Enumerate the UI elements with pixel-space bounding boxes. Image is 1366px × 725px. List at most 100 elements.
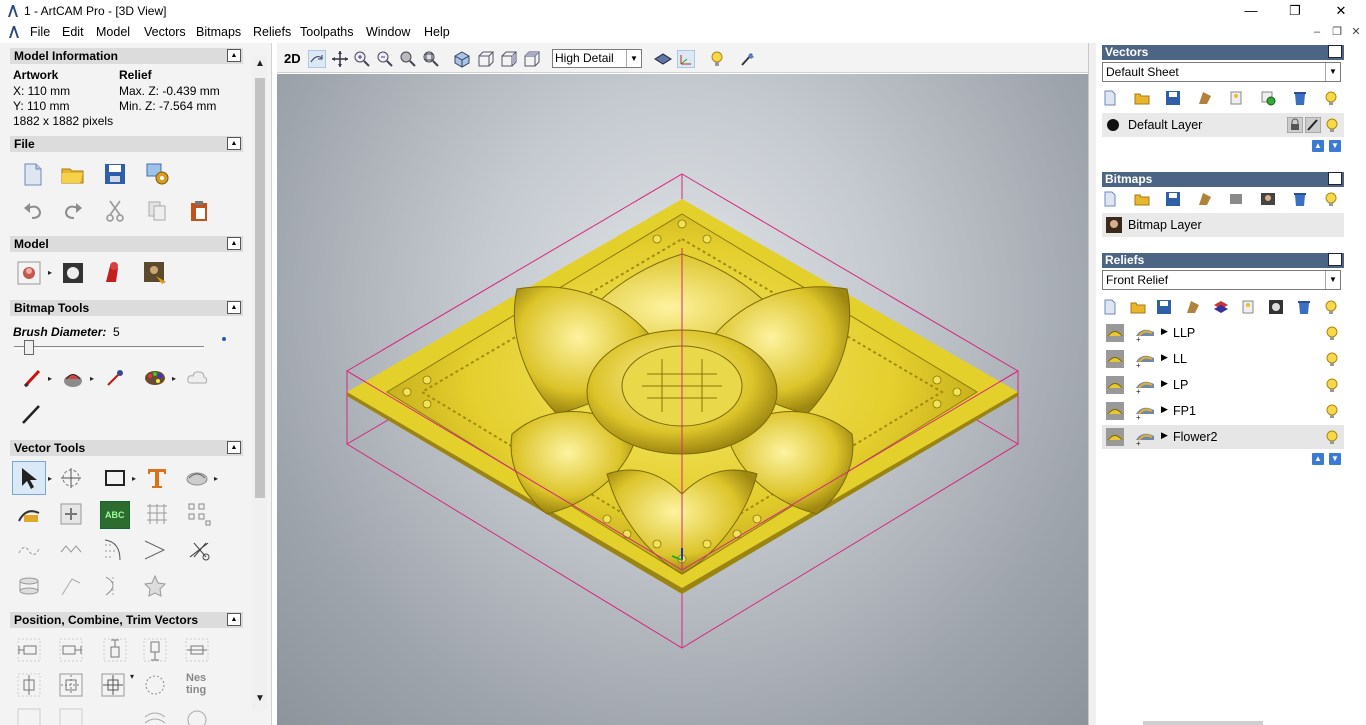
panel-splitter[interactable] xyxy=(1088,43,1096,725)
relief-combine-icon[interactable]: + xyxy=(1134,350,1156,368)
new-relief-layer-icon[interactable] xyxy=(1102,299,1118,315)
side-view-icon[interactable] xyxy=(499,50,517,68)
save-model-icon[interactable] xyxy=(102,161,128,187)
relief-mode-icon[interactable] xyxy=(1106,350,1124,368)
layer-color-swatch[interactable] xyxy=(1107,119,1119,131)
align-center-horizontal-icon[interactable] xyxy=(184,637,210,663)
visibility-bulb-icon[interactable] xyxy=(1324,351,1340,367)
bitmap-layer-row[interactable]: Bitmap Layer xyxy=(1102,213,1344,237)
fit-curves-icon[interactable] xyxy=(58,537,84,563)
menu-window[interactable]: Window xyxy=(366,25,410,39)
top-view-icon[interactable] xyxy=(522,50,540,68)
open-model-icon[interactable] xyxy=(60,161,86,187)
trim-icon[interactable] xyxy=(186,537,212,563)
new-vector-layer-icon[interactable] xyxy=(1102,90,1118,106)
2d-view-button[interactable]: 2D xyxy=(284,51,301,66)
dropdown-arrow-icon[interactable]: ▸ xyxy=(48,268,52,277)
relief-combine-icon[interactable]: + xyxy=(1134,428,1156,446)
zoom-out-icon[interactable] xyxy=(376,50,394,68)
dropdown-arrow-icon[interactable]: ▸ xyxy=(48,474,52,483)
anchor-position-icon[interactable] xyxy=(100,672,126,698)
collapse-button[interactable]: ▲ xyxy=(227,49,241,62)
delete-relief-layer-icon[interactable] xyxy=(1296,299,1312,315)
relief-layer-row[interactable]: + ▶ LL xyxy=(1102,347,1344,371)
relief-visibility-icon[interactable] xyxy=(1323,299,1339,315)
center-vertical-icon[interactable] xyxy=(16,672,42,698)
transform-icon[interactable] xyxy=(58,465,84,491)
restore-button[interactable]: ❐ xyxy=(1272,0,1318,22)
close-window-button[interactable]: ✕ xyxy=(1318,0,1364,22)
expand-arrow-icon[interactable]: ▶ xyxy=(1161,378,1168,389)
3d-viewport[interactable] xyxy=(277,74,1088,725)
save-relief-icon[interactable] xyxy=(1156,299,1172,315)
mdi-close-button[interactable]: ✕ xyxy=(1347,23,1365,41)
paste-icon[interactable] xyxy=(186,198,212,224)
model-settings-icon[interactable] xyxy=(144,160,170,186)
open-relief-icon[interactable] xyxy=(1130,299,1146,315)
new-bitmap-layer-icon[interactable] xyxy=(1102,191,1118,207)
edit-layer-icon[interactable] xyxy=(1305,117,1321,133)
relief-properties-icon[interactable] xyxy=(1240,299,1256,315)
vector-layer-row[interactable]: Default Layer xyxy=(1102,113,1344,137)
bezier-icon[interactable] xyxy=(100,573,126,599)
vector-text-layout-button[interactable]: ABC xyxy=(100,501,130,529)
collapse-button[interactable]: ▲ xyxy=(227,237,241,250)
detail-level-select[interactable]: High Detail ▼ xyxy=(552,49,642,68)
app-menu-icon[interactable] xyxy=(7,25,21,39)
expand-arrow-icon[interactable]: ▶ xyxy=(1161,430,1168,441)
menu-help[interactable]: Help xyxy=(424,25,450,39)
nesting-button[interactable]: Nes ting xyxy=(184,672,214,700)
zoom-previous-icon[interactable] xyxy=(399,50,417,68)
spin-vector-icon[interactable] xyxy=(16,573,42,599)
text-tool-icon[interactable] xyxy=(144,465,170,491)
brush-slider-thumb[interactable] xyxy=(23,340,34,355)
node-editing-icon[interactable] xyxy=(16,501,42,527)
zoom-extents-icon[interactable] xyxy=(422,50,440,68)
rotate-view-icon[interactable] xyxy=(308,50,326,68)
rotate-vector-icon[interactable] xyxy=(142,672,168,698)
smooth-vector-icon[interactable] xyxy=(16,537,42,563)
relief-mode-icon[interactable] xyxy=(1106,428,1124,446)
paint-brush-icon[interactable] xyxy=(22,367,44,389)
extend-icon[interactable] xyxy=(142,537,168,563)
save-vector-icon[interactable] xyxy=(1165,90,1181,106)
draw-line-icon[interactable] xyxy=(20,403,42,425)
left-panel-scroll-thumb[interactable] xyxy=(255,78,265,498)
new-model-icon[interactable] xyxy=(20,161,46,187)
collapse-button[interactable]: ▲ xyxy=(1328,172,1342,185)
relief-combine-icon[interactable]: + xyxy=(1134,376,1156,394)
iso-view-icon[interactable] xyxy=(453,50,471,68)
visibility-bulb-icon[interactable] xyxy=(1324,117,1340,133)
dropdown-arrow-icon[interactable]: ▸ xyxy=(214,474,218,483)
scroll-up-icon[interactable]: ▲ xyxy=(255,58,265,69)
bitmap-relief-icon[interactable] xyxy=(60,260,86,286)
copy-icon[interactable] xyxy=(144,198,170,224)
move-layer-up-icon[interactable]: ▲ xyxy=(1312,140,1324,152)
fill-tool-icon[interactable] xyxy=(62,367,84,389)
move-relief-up-icon[interactable]: ▲ xyxy=(1312,453,1324,465)
star-tool-icon[interactable] xyxy=(142,573,168,599)
horizontal-scrollbar[interactable] xyxy=(1143,721,1263,725)
color-picker-icon[interactable] xyxy=(104,367,126,389)
brush-slider-track[interactable] xyxy=(14,346,204,349)
grid-warp-icon[interactable] xyxy=(144,501,170,527)
minimize-button[interactable]: — xyxy=(1228,0,1274,22)
expand-arrow-icon[interactable]: ▶ xyxy=(1161,326,1168,337)
scroll-down-icon[interactable]: ▼ xyxy=(255,693,265,704)
relief-layers-icon[interactable] xyxy=(1213,299,1229,315)
texture-relief-icon[interactable] xyxy=(142,260,168,286)
menu-model[interactable]: Model xyxy=(96,25,130,39)
save-bitmap-icon[interactable] xyxy=(1165,191,1181,207)
bitmap-grey-icon[interactable] xyxy=(1228,191,1244,207)
menu-edit[interactable]: Edit xyxy=(62,25,84,39)
visibility-bulb-icon[interactable] xyxy=(1324,403,1340,419)
rectangle-tool-icon[interactable] xyxy=(102,465,128,491)
color-palette-icon[interactable] xyxy=(144,367,166,389)
dropdown-arrow-icon[interactable]: ▸ xyxy=(48,374,52,383)
open-vector-icon[interactable] xyxy=(1134,90,1150,106)
align-right-icon[interactable] xyxy=(58,637,84,663)
vector-visibility-icon[interactable] xyxy=(1323,90,1339,106)
align-left-icon[interactable] xyxy=(16,637,42,663)
collapse-button[interactable]: ▲ xyxy=(1328,253,1342,266)
lighting-icon[interactable] xyxy=(708,50,726,68)
